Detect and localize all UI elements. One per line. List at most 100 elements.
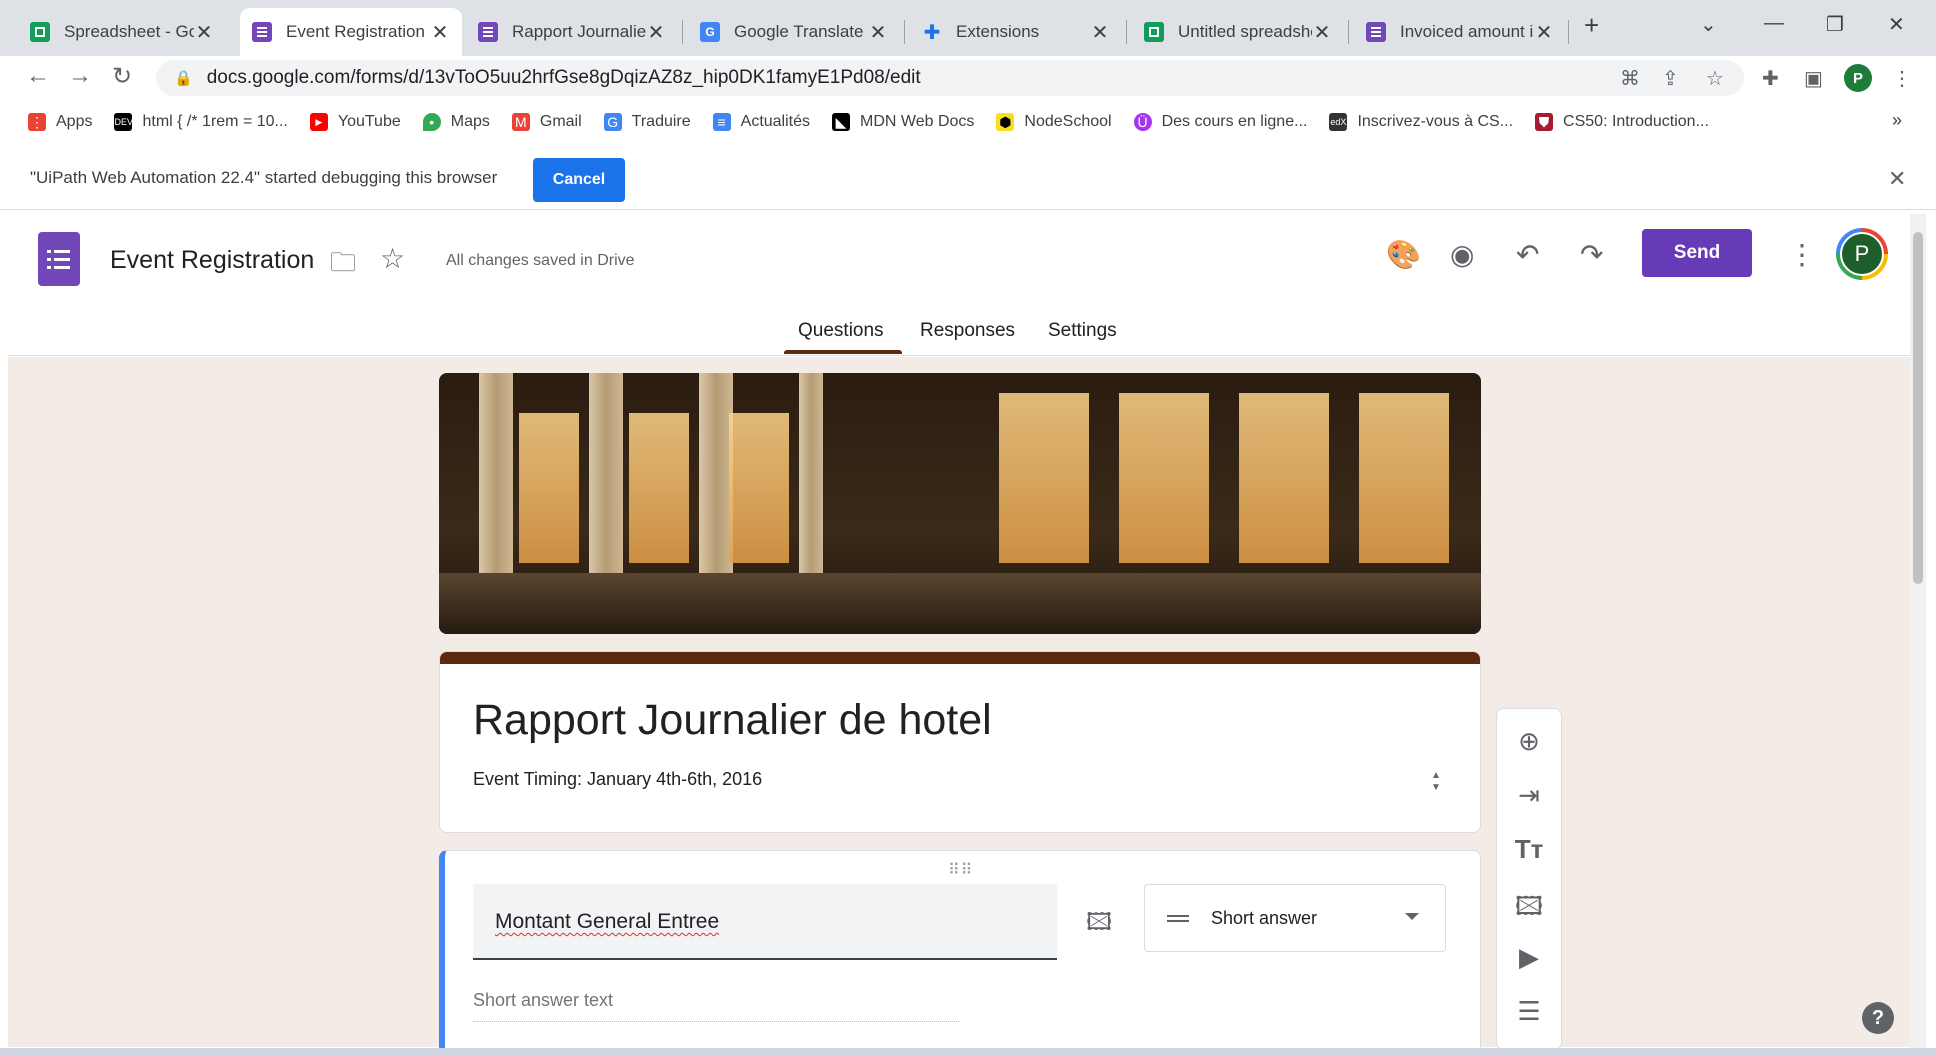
- avatar-initial: P: [1840, 232, 1884, 276]
- browser-menu-icon[interactable]: ⋮: [1892, 66, 1912, 91]
- bookmark-mdn[interactable]: ◣ MDN Web Docs: [832, 113, 974, 131]
- close-tab-icon[interactable]: ✕: [430, 20, 450, 45]
- document-title[interactable]: Event Registration: [110, 246, 314, 275]
- tab-separator: [904, 20, 905, 44]
- bookmark-apps[interactable]: ⋮ Apps: [28, 113, 92, 131]
- browser-tab-spreadsheet[interactable]: Spreadsheet - Goo ✕: [18, 8, 226, 56]
- browser-tab-translate[interactable]: G Google Translate ✕: [688, 8, 900, 56]
- bookmark-nodeschool[interactable]: ⬢ NodeSchool: [996, 113, 1112, 131]
- close-tab-icon[interactable]: ✕: [1312, 20, 1332, 45]
- add-question-icon[interactable]: ⊕: [1514, 726, 1544, 757]
- question-type-dropdown[interactable]: Short answer: [1144, 884, 1446, 952]
- browser-tab-rapport[interactable]: Rapport Journalier ✕: [466, 8, 678, 56]
- undo-icon[interactable]: ↶: [1516, 238, 1539, 271]
- bookmark-edx[interactable]: edX Inscrivez-vous à CS...: [1329, 113, 1513, 131]
- google-forms-logo-icon[interactable]: [38, 232, 80, 286]
- browser-tab-event-registration[interactable]: Event Registration ✕: [240, 8, 462, 56]
- bookmark-traduire[interactable]: G Traduire: [603, 113, 691, 131]
- add-image-icon[interactable]: 🖾: [1514, 888, 1544, 932]
- star-icon[interactable]: ☆: [380, 242, 405, 275]
- close-tab-icon[interactable]: ✕: [1534, 20, 1554, 45]
- bookmark-actualites[interactable]: ≡ Actualités: [712, 113, 810, 131]
- news-icon: ≡: [712, 113, 731, 131]
- help-button[interactable]: ?: [1862, 1002, 1894, 1034]
- tab-search-icon[interactable]: ⌄: [1700, 12, 1717, 37]
- forms-icon: [252, 22, 272, 42]
- preview-eye-icon[interactable]: ◉: [1450, 238, 1474, 271]
- tab-title: Invoiced amount ir: [1400, 22, 1534, 41]
- close-tab-icon[interactable]: ✕: [646, 20, 666, 45]
- customize-theme-palette-icon[interactable]: 🎨: [1386, 238, 1421, 271]
- bookmark-label: Inscrivez-vous à CS...: [1357, 113, 1514, 130]
- form-description[interactable]: Event Timing: January 4th-6th, 2016: [473, 769, 762, 790]
- tab-title: Google Translate: [734, 22, 864, 41]
- translate-page-icon[interactable]: ⌘: [1620, 66, 1640, 91]
- browser-tab-extensions[interactable]: ✚ Extensions ✕: [910, 8, 1122, 56]
- back-icon[interactable]: ←: [26, 62, 50, 90]
- scrollbar-thumb[interactable]: [1913, 232, 1923, 584]
- question-title-input[interactable]: Montant General Entree: [473, 884, 1057, 960]
- bookmark-label: Gmail: [539, 113, 582, 130]
- account-avatar[interactable]: P: [1836, 228, 1888, 280]
- browser-tab-untitled-spreadsheet[interactable]: Untitled spreadshe ✕: [1132, 8, 1344, 56]
- form-title[interactable]: Rapport Journalier de hotel: [473, 696, 992, 745]
- bookmark-label: Maps: [450, 113, 490, 130]
- maximize-icon[interactable]: ❐: [1826, 12, 1844, 37]
- bookmark-dev[interactable]: DEV html { /* 1rem = 10...: [114, 113, 288, 131]
- bookmark-youtube[interactable]: ▶ YouTube: [309, 113, 401, 131]
- banner-window: [1239, 393, 1329, 563]
- reload-icon[interactable]: ↻: [112, 62, 132, 91]
- move-to-folder-icon[interactable]: 🗀: [330, 244, 356, 288]
- address-bar[interactable]: 🔒 docs.google.com/forms/d/13vToO5uu2hrfG…: [156, 60, 1744, 96]
- resize-handle-icon[interactable]: ▲ ▼: [1428, 770, 1444, 794]
- dropdown-arrow-icon: [1405, 913, 1419, 920]
- add-section-icon[interactable]: ☰: [1514, 996, 1544, 1027]
- close-tab-icon[interactable]: ✕: [868, 20, 888, 45]
- side-panel-icon[interactable]: ▣: [1804, 66, 1823, 91]
- forms-icon: [1366, 22, 1386, 42]
- mdn-icon: ◣: [832, 113, 851, 131]
- browser-tab-invoiced[interactable]: Invoiced amount ir ✕: [1354, 8, 1566, 56]
- more-options-icon[interactable]: ⋮: [1788, 238, 1816, 271]
- drag-handle-icon[interactable]: ⠿⠿: [948, 860, 973, 880]
- tab-separator: [1126, 20, 1127, 44]
- close-tab-icon[interactable]: ✕: [194, 20, 214, 45]
- banner-column: [799, 373, 823, 583]
- redo-icon[interactable]: ↷: [1580, 238, 1603, 271]
- udemy-icon: Ü: [1133, 113, 1152, 131]
- add-video-icon[interactable]: ▶: [1514, 942, 1544, 973]
- add-title-icon[interactable]: Tт: [1514, 834, 1544, 865]
- banner-window: [1119, 393, 1209, 563]
- bookmark-label: html { /* 1rem = 10...: [142, 113, 288, 130]
- bookmark-label: Des cours en ligne...: [1161, 113, 1308, 130]
- bookmark-cs50[interactable]: ⛊ CS50: Introduction...: [1535, 113, 1709, 131]
- add-image-to-question-icon[interactable]: 🖾: [1086, 905, 1112, 946]
- minimize-icon[interactable]: —: [1764, 12, 1784, 35]
- bookmark-udemy[interactable]: Ü Des cours en ligne...: [1133, 113, 1308, 131]
- bookmark-label: Apps: [56, 113, 93, 130]
- tab-title: Untitled spreadshe: [1178, 22, 1312, 41]
- extensions-icon[interactable]: ✚: [1762, 66, 1779, 91]
- bookmark-gmail[interactable]: M Gmail: [511, 113, 582, 131]
- send-button[interactable]: Send: [1642, 229, 1752, 277]
- import-questions-icon[interactable]: ⇥: [1514, 780, 1544, 811]
- close-tab-icon[interactable]: ✕: [1090, 20, 1110, 45]
- new-tab-button[interactable]: +: [1584, 10, 1599, 41]
- bookmark-star-icon[interactable]: ☆: [1706, 66, 1724, 91]
- banner-window: [999, 393, 1089, 563]
- tab-settings[interactable]: Settings: [1048, 320, 1117, 342]
- profile-avatar[interactable]: P: [1844, 64, 1872, 92]
- dev-icon: DEV: [114, 113, 133, 131]
- cancel-debug-button[interactable]: Cancel: [533, 158, 625, 202]
- forms-icon: [478, 22, 498, 42]
- question-title-text: Montant General Entree: [495, 910, 720, 933]
- window-close-icon[interactable]: ✕: [1888, 12, 1905, 37]
- bookmark-maps[interactable]: • Maps: [422, 113, 490, 131]
- share-icon[interactable]: ⇪: [1662, 66, 1679, 91]
- close-infobar-icon[interactable]: ✕: [1888, 166, 1906, 192]
- bookmarks-more-icon[interactable]: »: [1892, 110, 1902, 131]
- tab-responses[interactable]: Responses: [920, 320, 1015, 342]
- tab-questions[interactable]: Questions: [798, 320, 884, 342]
- forward-icon[interactable]: →: [68, 62, 92, 90]
- bookmarks-bar: ⋮ Apps DEV html { /* 1rem = 10... ▶ YouTube…: [0, 100, 1936, 144]
